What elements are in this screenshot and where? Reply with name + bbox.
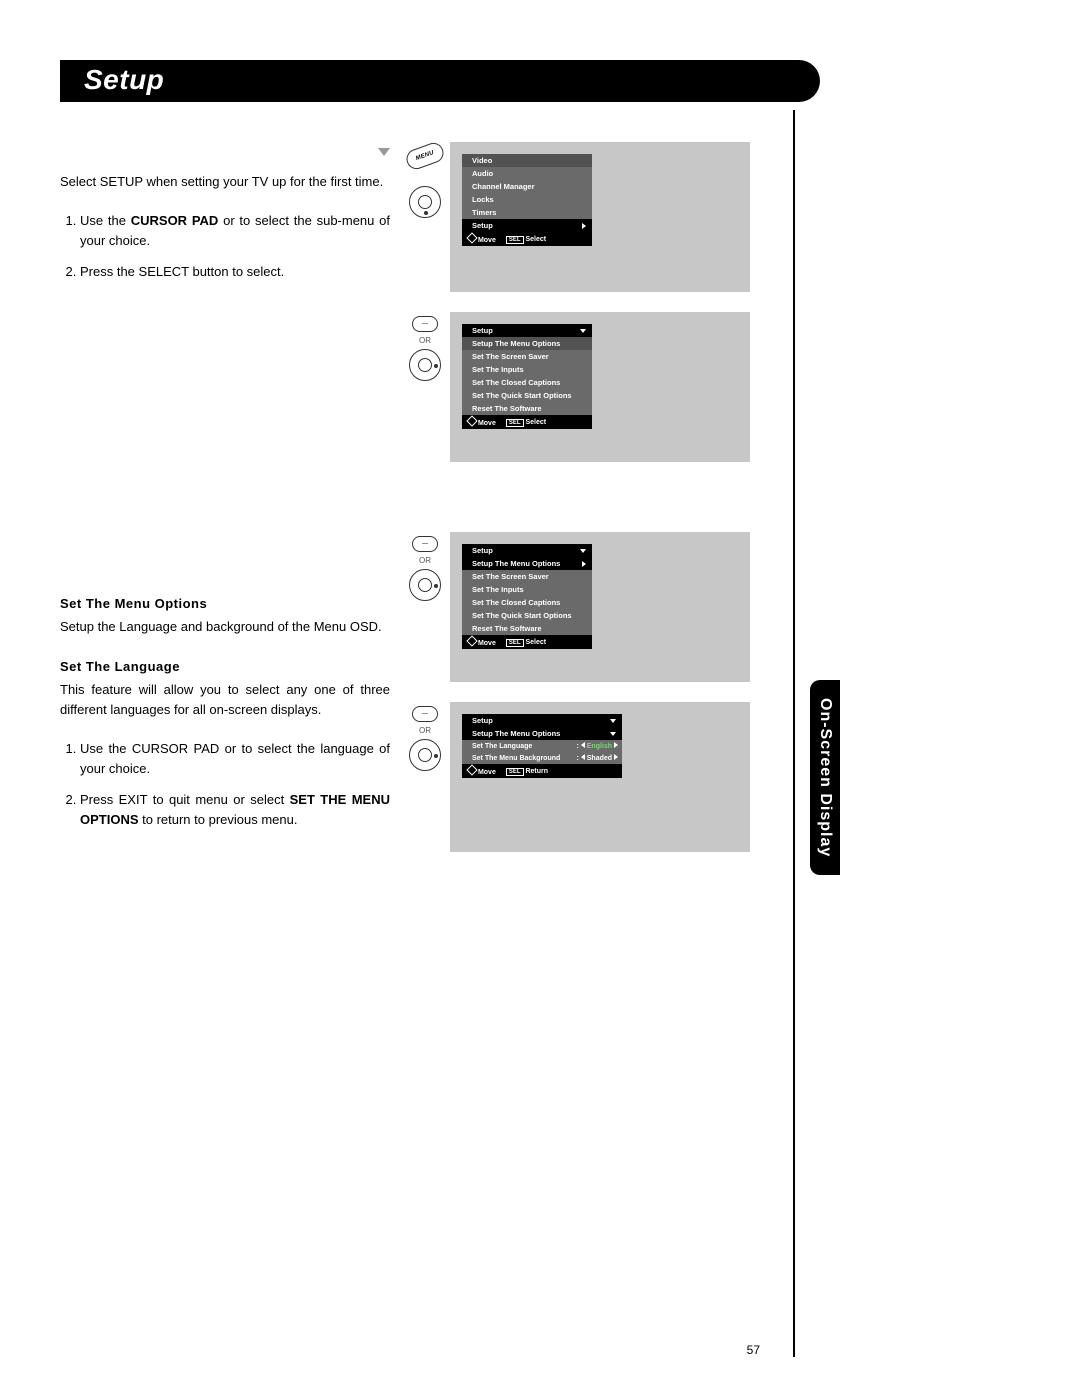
osd-panel-1: Video Audio Channel Manager Locks Timers… [462,154,592,246]
option-row: Set The Language : English [462,740,622,752]
osd-header: Setup [462,544,592,557]
pill-button-icon: — [412,316,438,332]
remote-icons-1: MENU [400,142,450,218]
chevron-down-icon [580,329,586,333]
steps-list-a: Use the CURSOR PAD or to select the sub-… [60,211,390,282]
figure-1: MENU Video Audio Channel Manager Locks T… [400,142,800,292]
osd-footer: Move SEL Select [462,635,592,649]
osd-screen-1: Video Audio Channel Manager Locks Timers… [450,142,750,292]
cursor-pad-icon [409,349,441,381]
vertical-divider [793,110,795,1357]
triangle-down-icon [378,148,390,156]
osd-footer: Move SEL Select [462,415,592,429]
remote-icons-2: — OR [400,312,450,381]
chevron-left-icon [581,754,585,760]
osd-panel-3: Setup Setup The Menu Options Set The Scr… [462,544,592,649]
pill-button-icon: — [412,706,438,722]
move-icon [468,234,476,242]
step-a1: Use the CURSOR PAD or to select the sub-… [80,211,390,250]
menu-item: Set The Screen Saver [462,350,592,363]
section-language-heading: Set The Language [60,657,390,677]
menu-item: Locks [462,193,592,206]
chevron-left-icon [581,742,585,748]
steps-list-c: Use the CURSOR PAD or to select the lang… [60,739,390,829]
option-value: English [587,743,612,750]
osd-panel-4: Setup Setup The Menu Options Set The Lan… [462,714,622,778]
osd-header: Setup [462,324,592,337]
cursor-pad-icon [409,569,441,601]
menu-item: Reset The Software [462,402,592,415]
menu-button-icon: MENU [404,140,447,172]
page-title-text: Setup [84,64,164,95]
menu-item: Setup The Menu Options [462,337,592,350]
cursor-pad-icon [409,739,441,771]
or-label: OR [419,556,431,565]
move-icon [468,637,476,645]
step-a2: Press the SELECT button to select. [80,262,390,282]
menu-item: Set The Screen Saver [462,570,592,583]
menu-item: Reset The Software [462,622,592,635]
osd-panel-2: Setup Setup The Menu Options Set The Scr… [462,324,592,429]
figure-3: — OR Setup Setup The Menu Options Set Th… [400,532,800,682]
right-column: MENU Video Audio Channel Manager Locks T… [400,142,800,872]
intro-text: Select SETUP when setting your TV up for… [60,172,390,192]
menu-item-selected: Setup The Menu Options [462,557,592,570]
page: Setup Select SETUP when setting your TV … [0,0,1080,1397]
chevron-right-icon [614,742,618,748]
section-menu-options-heading: Set The Menu Options [60,594,390,614]
menu-item: Set The Inputs [462,583,592,596]
menu-item: Timers [462,206,592,219]
menu-item: Set The Quick Start Options [462,389,592,402]
osd-footer: Move SEL Select [462,232,592,246]
menu-item: Set The Closed Captions [462,376,592,389]
osd-screen-3: Setup Setup The Menu Options Set The Scr… [450,532,750,682]
chevron-down-icon [610,719,616,723]
chevron-down-icon [610,732,616,736]
osd-sub-header: Setup The Menu Options [462,727,622,740]
or-label: OR [419,726,431,735]
osd-screen-2: Setup Setup The Menu Options Set The Scr… [450,312,750,462]
or-label: OR [419,336,431,345]
menu-item: Video [462,154,592,167]
pill-button-icon: — [412,536,438,552]
menu-item-selected: Setup [462,219,592,232]
osd-header: Setup [462,714,622,727]
osd-footer: Move SEL Return [462,764,622,778]
menu-item: Set The Closed Captions [462,596,592,609]
step-c2: Press EXIT to quit menu or select SET TH… [80,790,390,829]
chevron-down-icon [580,549,586,553]
menu-item: Set The Inputs [462,363,592,376]
move-icon [468,417,476,425]
chevron-right-icon [582,223,586,229]
left-column: Select SETUP when setting your TV up for… [60,142,400,872]
menu-item: Channel Manager [462,180,592,193]
menu-item: Audio [462,167,592,180]
section-menu-options-text: Setup the Language and background of the… [60,617,390,637]
remote-icons-3: — OR [400,532,450,601]
figure-4: — OR Setup Setup The Menu Options Set Th… [400,702,800,852]
figure-2: — OR Setup Setup The Menu Options Set Th… [400,312,800,462]
move-icon [468,766,476,774]
page-title: Setup [60,60,820,102]
chevron-right-icon [582,561,586,567]
remote-icons-4: — OR [400,702,450,771]
menu-item: Set The Quick Start Options [462,609,592,622]
cursor-pad-icon [409,186,441,218]
option-row: Set The Menu Background : Shaded [462,752,622,764]
option-value: Shaded [587,755,612,762]
content-columns: Select SETUP when setting your TV up for… [60,142,800,872]
section-language-text: This feature will allow you to select an… [60,680,390,719]
osd-screen-4: Setup Setup The Menu Options Set The Lan… [450,702,750,852]
step-c1: Use the CURSOR PAD or to select the lang… [80,739,390,778]
accent-triangle [60,142,390,162]
chevron-right-icon [614,754,618,760]
page-number: 57 [747,1343,760,1357]
side-tab: On-Screen Display [810,680,840,875]
